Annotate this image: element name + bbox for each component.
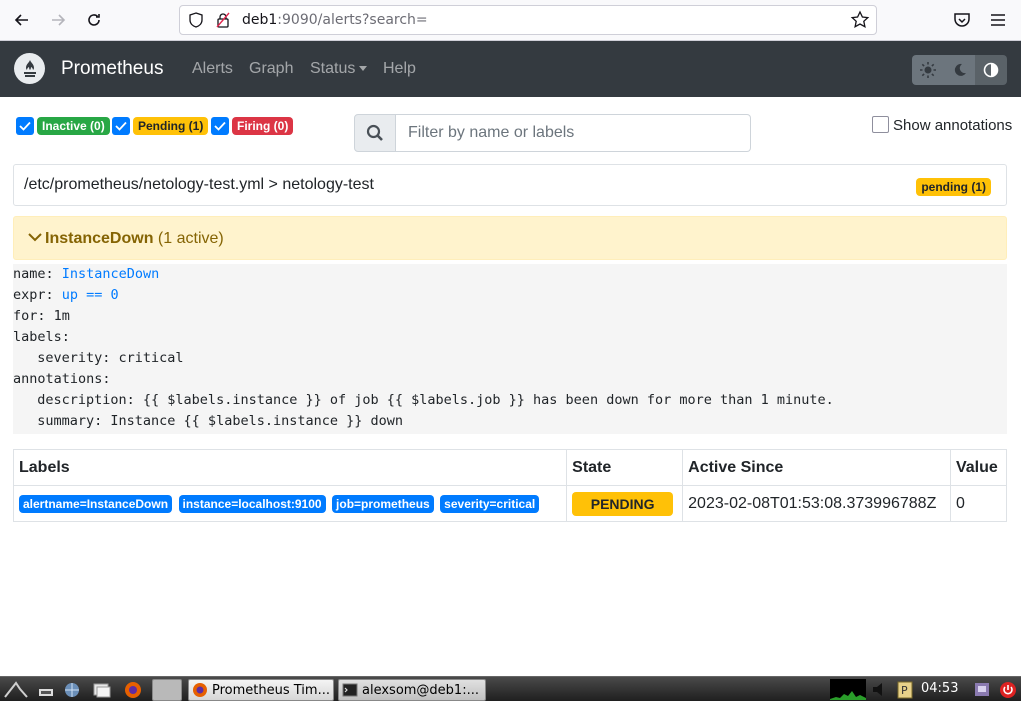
half-circle-icon: [983, 62, 999, 78]
chevron-down-icon[interactable]: [28, 232, 42, 242]
table-row: alertname=InstanceDown instance=localhos…: [12, 485, 1008, 522]
firefox-icon[interactable]: [123, 680, 143, 699]
value-cell: 0: [949, 485, 1008, 522]
label-badge: job=prometheus: [332, 494, 434, 513]
task-terminal-label: alexsom@deb1:...: [362, 682, 479, 698]
check-icon: [214, 121, 226, 131]
table-header-row: Labels State Active Since Value: [12, 449, 1008, 486]
label-badge: instance=localhost:9100: [178, 494, 326, 513]
state-badge: PENDING: [572, 491, 674, 516]
task-firefox[interactable]: Prometheus Tim...: [188, 679, 334, 701]
nav-status-label: Status: [310, 60, 356, 77]
reload-icon[interactable]: [82, 8, 106, 32]
rule-labels-line: labels:: [13, 329, 70, 345]
theme-toggle-group: [912, 55, 1007, 85]
header-value: Value: [949, 449, 1008, 486]
lock-screen-icon[interactable]: [972, 680, 992, 699]
desktop-taskbar: Prometheus Tim... alexsom@deb1:... P 04:…: [0, 676, 1021, 701]
header-labels: Labels: [12, 449, 568, 486]
task-terminal[interactable]: alexsom@deb1:...: [338, 679, 486, 701]
firefox-icon: [193, 683, 207, 697]
show-annotations-label[interactable]: Show annotations: [893, 117, 1012, 134]
navbar: Prometheus Alerts Graph Status Help: [0, 41, 1021, 97]
svg-text:P: P: [901, 684, 908, 697]
menu-icon[interactable]: [988, 10, 1008, 30]
prometheus-logo-icon[interactable]: [14, 53, 45, 84]
nav-graph[interactable]: Graph: [249, 60, 293, 78]
alert-rule-title[interactable]: InstanceDown (1 active): [45, 230, 224, 248]
alert-rule-header[interactable]: InstanceDown (1 active): [13, 216, 1007, 260]
start-menu-icon[interactable]: [3, 680, 29, 699]
brand-title[interactable]: Prometheus: [61, 58, 163, 80]
header-state: State: [566, 449, 684, 486]
clipboard-icon[interactable]: P: [895, 680, 915, 699]
terminal-icon: [342, 683, 358, 697]
network-globe-icon[interactable]: [62, 680, 82, 699]
show-desktop-icon[interactable]: [36, 680, 56, 699]
rule-group-path: /etc/prometheus/netology-test.yml > neto…: [24, 176, 374, 193]
state-cell: PENDING: [566, 485, 684, 522]
labels-cell: alertname=InstanceDown instance=localhos…: [12, 485, 568, 522]
pending-checkbox[interactable]: [112, 117, 130, 135]
browser-toolbar: deb1:9090/alerts?search=: [0, 0, 1021, 41]
power-icon[interactable]: [998, 680, 1018, 699]
caret-down-icon: [359, 66, 368, 72]
dark-theme-button[interactable]: [943, 55, 976, 85]
search-icon: [354, 114, 396, 152]
nav-help[interactable]: Help: [383, 60, 416, 78]
rule-summary-line: summary: Instance {{ $labels.instance }}…: [21, 413, 404, 429]
alert-rule-name: InstanceDown: [45, 230, 154, 247]
light-theme-button[interactable]: [912, 55, 944, 85]
rule-expr-link[interactable]: up == 0: [62, 287, 119, 303]
inactive-checkbox[interactable]: [16, 117, 34, 135]
clock[interactable]: 04:53: [921, 681, 958, 696]
pending-badge[interactable]: Pending (1): [133, 117, 209, 135]
task-firefox-label: Prometheus Tim...: [212, 682, 330, 698]
rule-annotations-line: annotations:: [13, 371, 111, 387]
check-icon: [19, 121, 31, 131]
file-manager-icon[interactable]: [92, 680, 112, 699]
check-icon: [115, 121, 127, 131]
lock-icon[interactable]: [215, 12, 231, 28]
url-bar[interactable]: deb1:9090/alerts?search=: [179, 5, 877, 35]
back-icon[interactable]: [10, 8, 34, 32]
alerts-table: Labels State Active Since Value alertnam…: [12, 449, 1008, 522]
moon-icon: [954, 63, 966, 76]
nav-status[interactable]: Status: [310, 60, 368, 78]
header-active-since: Active Since: [682, 449, 951, 486]
rule-definition: name: InstanceDown expr: up == 0 for: 1m…: [13, 264, 1007, 434]
volume-icon[interactable]: [870, 680, 890, 699]
firing-checkbox[interactable]: [211, 117, 229, 135]
alert-active-count: (1 active): [157, 230, 224, 247]
pocket-icon[interactable]: [952, 10, 972, 30]
rule-name-link[interactable]: InstanceDown: [62, 266, 160, 282]
search-input[interactable]: [396, 114, 751, 152]
search-group: [354, 114, 751, 152]
forward-icon[interactable]: [46, 8, 70, 32]
rule-expr-line: expr: up == 0: [13, 287, 119, 303]
rule-expr-key: expr:: [13, 287, 62, 303]
rule-severity-line: severity: critical: [21, 350, 184, 366]
nav-alerts[interactable]: Alerts: [192, 60, 233, 78]
sun-icon: [919, 62, 936, 78]
label-badge: severity=critical: [440, 494, 540, 513]
active-since-cell: 2023-02-08T01:53:08.373996788Z: [682, 485, 951, 522]
auto-theme-button[interactable]: [975, 55, 1007, 85]
group-status-badge: pending (1): [916, 178, 991, 196]
rule-name-key: name:: [13, 266, 62, 282]
cpu-monitor-icon: [830, 679, 866, 700]
url-text[interactable]: deb1:9090/alerts?search=: [242, 12, 428, 28]
rule-for-line: for: 1m: [13, 308, 70, 324]
star-icon[interactable]: [850, 10, 870, 30]
rule-name-line: name: InstanceDown: [13, 266, 159, 282]
inactive-badge[interactable]: Inactive (0): [37, 117, 110, 135]
taskbar-spacer: [152, 679, 182, 701]
show-annotations-checkbox[interactable]: [872, 116, 889, 133]
rule-group-header: /etc/prometheus/netology-test.yml > neto…: [13, 164, 1007, 206]
rule-description-line: description: {{ $labels.instance }} of j…: [21, 392, 834, 408]
label-badge: alertname=InstanceDown: [19, 494, 173, 513]
shield-icon[interactable]: [188, 12, 204, 28]
firing-badge[interactable]: Firing (0): [232, 117, 294, 135]
